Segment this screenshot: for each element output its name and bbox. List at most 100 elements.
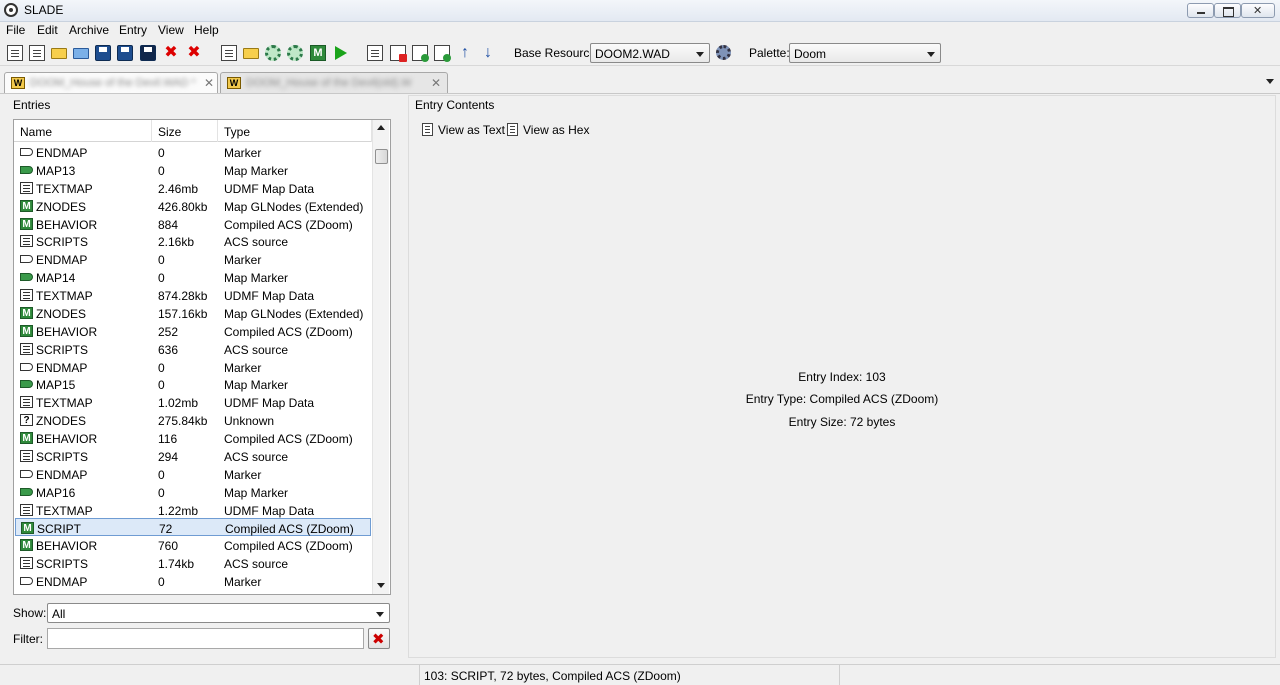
base-resource-settings-icon[interactable] bbox=[716, 45, 731, 60]
table-row[interactable]: M ZNODES 157.16kb Map GLNodes (Extended) bbox=[15, 304, 371, 322]
cell-size: 0 bbox=[158, 253, 165, 268]
cell-size: 0 bbox=[158, 467, 165, 482]
tab-archive-1[interactable]: W DOOM_House of the Devil.WAD * ✕ bbox=[4, 72, 218, 94]
text-file-icon bbox=[20, 289, 33, 301]
menu-entry[interactable]: Entry bbox=[119, 23, 147, 37]
new-wad-icon[interactable] bbox=[7, 45, 23, 61]
compiled-map-icon: M bbox=[20, 199, 33, 212]
maximize-button[interactable] bbox=[1214, 3, 1241, 18]
close-all-icon[interactable]: ✖ bbox=[186, 45, 202, 61]
table-row[interactable]: ENDMAP 0 Marker bbox=[15, 465, 371, 483]
table-row[interactable]: ENDMAP 0 Marker bbox=[15, 250, 371, 268]
column-type[interactable]: Type bbox=[218, 120, 372, 142]
column-size[interactable]: Size bbox=[152, 120, 218, 142]
table-row[interactable]: TEXTMAP 1.02mb UDMF Map Data bbox=[15, 393, 371, 411]
map-editor-icon[interactable]: M bbox=[310, 45, 326, 61]
tab-archive-2[interactable]: W DOOM_House of the Devil(old).WAD ✕ bbox=[220, 72, 448, 93]
table-row[interactable]: ENDMAP 0 Marker bbox=[15, 358, 371, 376]
cell-size: 1.02mb bbox=[158, 396, 199, 411]
table-row[interactable]: MAP14 0 Map Marker bbox=[15, 268, 371, 286]
show-filter-select[interactable]: All bbox=[47, 603, 390, 623]
table-row[interactable]: M SCRIPT 72 Compiled ACS (ZDoom) bbox=[15, 518, 371, 537]
menu-bar: File Edit Archive Entry View Help bbox=[0, 22, 1280, 39]
move-up-icon[interactable]: ↑ bbox=[457, 45, 473, 61]
cell-type: Compiled ACS (ZDoom) bbox=[224, 539, 353, 554]
clear-filter-button[interactable]: ✖ bbox=[368, 628, 390, 649]
import-files-icon[interactable] bbox=[265, 45, 281, 61]
close-icon[interactable]: ✕ bbox=[204, 76, 214, 90]
table-row[interactable]: SCRIPTS 636 ACS source bbox=[15, 340, 371, 358]
close-window-button[interactable] bbox=[1241, 3, 1275, 18]
column-name[interactable]: Name bbox=[14, 120, 152, 142]
scroll-down-icon[interactable] bbox=[377, 583, 385, 588]
cell-name: TEXTMAP bbox=[36, 289, 93, 303]
table-row[interactable]: SCRIPTS 2.16kb ACS source bbox=[15, 232, 371, 250]
move-down-icon[interactable]: ↓ bbox=[480, 45, 496, 61]
map-marker-icon bbox=[20, 165, 33, 174]
view-as-hex-button[interactable]: View as Hex bbox=[507, 123, 589, 137]
add-entry-icon[interactable] bbox=[221, 45, 237, 61]
base-resource-select[interactable]: DOOM2.WAD bbox=[590, 43, 710, 63]
build-archive-icon[interactable] bbox=[287, 45, 303, 61]
close-archive-icon[interactable]: ✖ bbox=[163, 45, 179, 61]
text-view-icon bbox=[422, 123, 433, 136]
table-row[interactable]: M BEHAVIOR 760 Compiled ACS (ZDoom) bbox=[15, 536, 371, 554]
menu-view[interactable]: View bbox=[158, 23, 184, 37]
table-row[interactable]: M BEHAVIOR 252 Compiled ACS (ZDoom) bbox=[15, 322, 371, 340]
entries-scrollbar[interactable] bbox=[372, 120, 389, 594]
table-row[interactable]: TEXTMAP 1.22mb UDMF Map Data bbox=[15, 501, 371, 519]
table-row[interactable]: MAP16 0 Map Marker bbox=[15, 483, 371, 501]
table-row[interactable]: TEXTMAP 2.46mb UDMF Map Data bbox=[15, 179, 371, 197]
cell-size: 884 bbox=[158, 217, 179, 232]
save-as-icon[interactable] bbox=[117, 45, 133, 61]
new-zip-icon[interactable] bbox=[29, 45, 45, 61]
open-archive-icon[interactable] bbox=[51, 48, 67, 59]
rename-entry-icon[interactable] bbox=[367, 45, 383, 61]
export-entry-icon[interactable] bbox=[434, 45, 451, 62]
map-marker-icon bbox=[20, 273, 33, 282]
table-row[interactable]: M BEHAVIOR 116 Compiled ACS (ZDoom) bbox=[15, 429, 371, 447]
table-row[interactable]: SCRIPTS 294 ACS source bbox=[15, 447, 371, 465]
cell-type: Compiled ACS (ZDoom) bbox=[225, 522, 354, 537]
table-row[interactable]: M BEHAVIOR 884 Compiled ACS (ZDoom) bbox=[15, 215, 371, 233]
view-as-text-button[interactable]: View as Text bbox=[422, 123, 505, 137]
save-icon[interactable] bbox=[95, 45, 111, 61]
table-row[interactable]: MAP15 0 Map Marker bbox=[15, 375, 371, 393]
cell-size: 0 bbox=[158, 146, 165, 160]
filter-input[interactable] bbox=[47, 628, 364, 649]
delete-entry-icon[interactable] bbox=[390, 45, 407, 62]
entries-list[interactable]: Name Size Type ENDMAP 0 Marker MAP13 0 Map Ma… bbox=[13, 119, 391, 595]
status-bar: 103: SCRIPT, 72 bytes, Compiled ACS (ZDo… bbox=[0, 664, 1280, 685]
import-entry-icon[interactable] bbox=[412, 45, 429, 62]
run-archive-icon[interactable] bbox=[335, 46, 347, 60]
table-row[interactable]: ENDMAP 0 Marker bbox=[15, 143, 371, 161]
cell-type: Unknown bbox=[224, 414, 275, 429]
menu-edit[interactable]: Edit bbox=[37, 23, 58, 37]
cell-type: Marker bbox=[224, 146, 262, 160]
table-row[interactable]: SCRIPTS 1.74kb ACS source bbox=[15, 554, 371, 572]
menu-help[interactable]: Help bbox=[194, 23, 219, 37]
table-row[interactable]: MAP13 0 Map Marker bbox=[15, 161, 371, 179]
tab-list-dropdown-icon[interactable] bbox=[1266, 79, 1274, 84]
table-row[interactable]: TEXTMAP 874.28kb UDMF Map Data bbox=[15, 286, 371, 304]
minimize-button[interactable] bbox=[1187, 3, 1214, 18]
cell-name: SCRIPTS bbox=[36, 342, 89, 357]
table-row[interactable]: ? ZNODES 275.84kb Unknown bbox=[15, 411, 371, 429]
scroll-thumb[interactable] bbox=[375, 149, 388, 164]
palette-select[interactable]: Doom bbox=[789, 43, 941, 63]
cell-type: Map GLNodes (Extended) bbox=[224, 199, 364, 214]
text-file-icon bbox=[20, 449, 33, 462]
cell-type: ACS source bbox=[224, 557, 289, 572]
open-directory-icon[interactable] bbox=[73, 48, 89, 59]
table-row[interactable]: M ZNODES 426.80kb Map GLNodes (Extended) bbox=[15, 197, 371, 215]
cell-size: 252 bbox=[158, 324, 179, 339]
close-icon[interactable]: ✕ bbox=[431, 76, 441, 90]
scroll-up-icon[interactable] bbox=[377, 125, 385, 130]
cell-size: 0 bbox=[158, 163, 165, 178]
table-row[interactable]: ENDMAP 0 Marker bbox=[15, 572, 371, 590]
save-all-icon[interactable] bbox=[140, 45, 156, 61]
menu-file[interactable]: File bbox=[6, 23, 25, 37]
map-marker-icon bbox=[20, 380, 33, 389]
menu-archive[interactable]: Archive bbox=[69, 23, 109, 37]
add-directory-icon[interactable] bbox=[243, 48, 259, 59]
